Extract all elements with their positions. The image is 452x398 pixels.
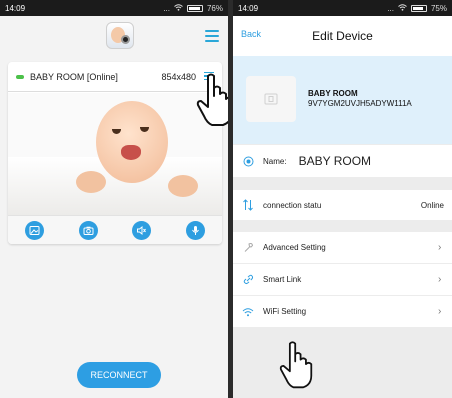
connection-status-row: connection statu Online (233, 190, 452, 220)
edit-device-screen: 14:09 ... 75% Back Edit Device BABY ROOM… (233, 0, 452, 398)
mic-icon[interactable] (185, 220, 205, 240)
device-info: BABY ROOM 9V7YGM2UVJH5ADYW111A (308, 89, 412, 109)
camera-card[interactable]: BABY ROOM [Online] 854x480 (8, 62, 222, 244)
status-time: 14:09 (238, 3, 259, 13)
edit-device-header: Back Edit Device (233, 16, 452, 56)
battery-percent: 75% (430, 3, 447, 13)
name-input[interactable]: BABY ROOM (299, 154, 371, 168)
status-icons: ... 76% (163, 4, 223, 13)
wrench-icon (233, 242, 263, 253)
device-uid: 9V7YGM2UVJH5ADYW111A (308, 99, 412, 108)
connection-value: Online (420, 200, 444, 210)
app-header (0, 16, 228, 56)
photo-icon[interactable] (25, 220, 45, 240)
camera-resolution: 854x480 (161, 71, 196, 82)
name-label: Name: (263, 156, 287, 166)
speaker-icon[interactable] (132, 220, 152, 240)
status-bar: 14:09 ... 76% (0, 0, 228, 16)
camera-list-screen: 14:09 ... 76% BABY ROOM [Online] 854x480… (0, 0, 228, 398)
wifi-setting-row[interactable]: WiFi Setting › (233, 296, 452, 327)
device-thumbnail[interactable] (246, 76, 296, 122)
camera-title-bar: BABY ROOM [Online] 854x480 (8, 62, 222, 92)
transfer-arrows-icon (233, 199, 263, 211)
pointer-hand-icon (279, 341, 313, 389)
battery-icon (186, 4, 203, 12)
online-indicator (16, 74, 24, 79)
chevron-right-icon: › (438, 274, 442, 285)
wifi-status-icon (398, 3, 407, 13)
reconnect-button[interactable]: RECONNECT (77, 362, 161, 388)
camera-lens-icon (233, 156, 263, 167)
chevron-right-icon: › (438, 242, 442, 253)
advanced-setting-label: Advanced Setting (263, 243, 326, 252)
battery-icon (410, 4, 427, 12)
signal-indicator: ... (387, 3, 394, 13)
smart-link-label: Smart Link (263, 275, 302, 284)
wifi-status-icon (174, 3, 183, 13)
signal-indicator: ... (163, 3, 170, 13)
advanced-setting-row[interactable]: Advanced Setting › (233, 232, 452, 263)
camera-toolbar (8, 215, 222, 244)
camera-settings-icon[interactable] (204, 71, 214, 82)
status-icons: ... 75% (387, 4, 447, 13)
live-video-feed[interactable] (8, 93, 222, 215)
device-name: BABY ROOM (308, 89, 358, 98)
status-time: 14:09 (5, 3, 26, 13)
back-button[interactable]: Back (241, 29, 261, 39)
menu-icon[interactable] (205, 30, 219, 42)
app-logo (106, 22, 134, 49)
device-banner: BABY ROOM 9V7YGM2UVJH5ADYW111A (233, 56, 452, 144)
screenshot-stage: 14:09 ... 76% BABY ROOM [Online] 854x480… (0, 0, 452, 398)
name-row[interactable]: Name: BABY ROOM (233, 145, 452, 177)
status-bar: 14:09 ... 75% (233, 0, 452, 16)
connection-label: connection statu (263, 200, 322, 210)
wifi-setting-label: WiFi Setting (263, 307, 307, 316)
page-title: Edit Device (312, 29, 373, 43)
wifi-icon (233, 307, 263, 317)
smart-link-row[interactable]: Smart Link › (233, 264, 452, 295)
link-icon (233, 274, 263, 285)
chevron-right-icon: › (438, 306, 442, 317)
battery-percent: 76% (206, 3, 223, 13)
camera-name: BABY ROOM [Online] (30, 71, 118, 82)
camera-icon[interactable] (78, 220, 98, 240)
